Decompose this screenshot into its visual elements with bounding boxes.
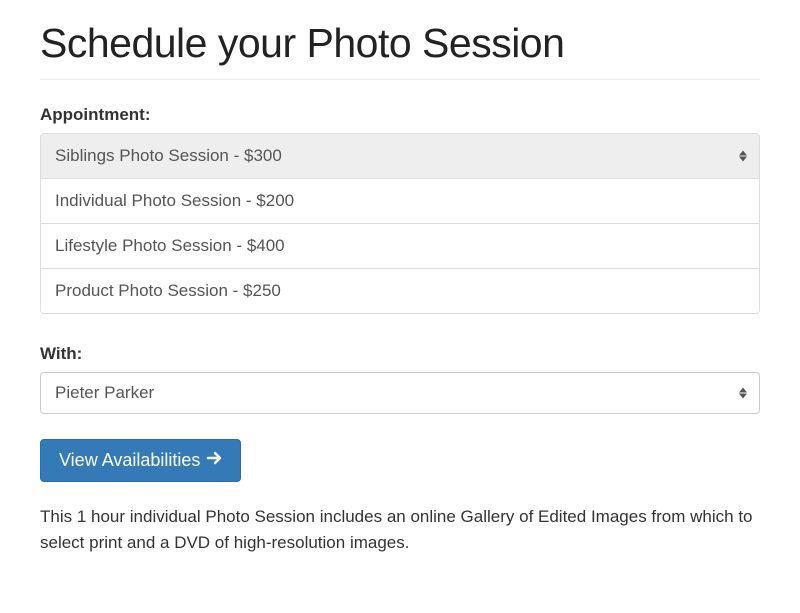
button-label: View Availabilities [59,450,200,471]
appointment-label: Appointment: [40,105,760,125]
with-label: With: [40,344,760,364]
appointment-option-selected[interactable]: Siblings Photo Session - $300 [41,134,759,179]
page-title: Schedule your Photo Session [40,20,760,67]
appointment-option[interactable]: Lifestyle Photo Session - $400 [41,224,759,269]
divider [40,79,760,80]
view-availabilities-button[interactable]: View Availabilities [40,439,241,482]
session-description: This 1 hour individual Photo Session inc… [40,504,760,555]
sort-arrows-icon [739,151,747,162]
appointment-option-text: Individual Photo Session - $200 [55,191,294,210]
appointment-option-text: Product Photo Session - $250 [55,281,281,300]
appointment-option[interactable]: Product Photo Session - $250 [41,269,759,313]
appointment-option-text: Lifestyle Photo Session - $400 [55,236,285,255]
with-select-value: Pieter Parker [41,373,759,413]
appointment-dropdown[interactable]: Siblings Photo Session - $300 Individual… [40,133,760,314]
arrow-right-icon [206,450,222,471]
appointment-option-text: Siblings Photo Session - $300 [55,146,282,165]
with-select[interactable]: Pieter Parker [40,372,760,414]
appointment-option[interactable]: Individual Photo Session - $200 [41,179,759,224]
sort-arrows-icon [739,388,747,399]
